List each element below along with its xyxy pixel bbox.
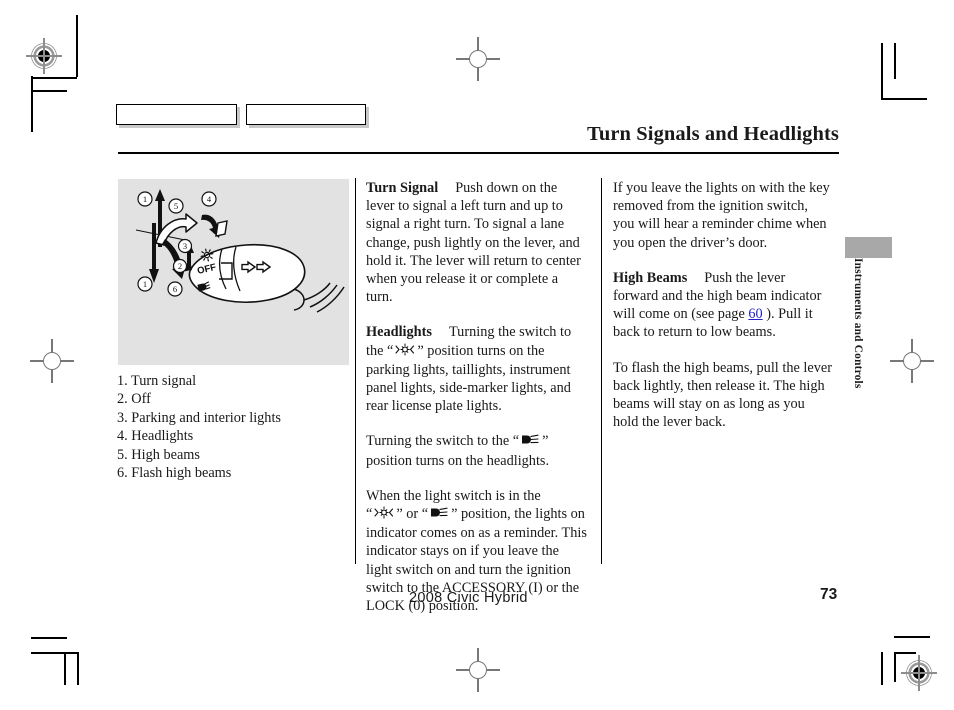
high-beams-heading: High Beams [613, 269, 688, 286]
svg-text:5: 5 [174, 201, 178, 211]
headlight-symbol-icon-2 [429, 506, 450, 524]
turn-signal-paragraph: Turn Signal Push down on the lever to sig… [366, 179, 588, 306]
flash-high-beams-paragraph: To flash the high beams, pull the lever … [613, 359, 832, 431]
registration-cross-right [890, 339, 934, 383]
registration-cross-left [30, 339, 74, 383]
page-title: Turn Signals and Headlights [586, 123, 839, 145]
indicator-body-c: ” or “ [396, 506, 429, 523]
registration-bullseye-top-left [26, 38, 62, 74]
headlamp-position-paragraph: Turning the switch to the “” position tu… [366, 432, 588, 469]
illustration-caption-list: 1. Turn signal 2. Off 3. Parking and int… [117, 372, 357, 482]
parking-light-symbol-icon [394, 343, 416, 361]
headlights-paragraph: Headlights Turning the switch to the “” p… [366, 323, 588, 415]
registration-cross-top [456, 37, 500, 81]
caption-item-1: 1. Turn signal [117, 373, 197, 389]
registration-cross-bottom [456, 648, 500, 692]
headlamp-body-a: Turning the switch to the “ [366, 433, 520, 450]
column-rule-left [355, 178, 357, 564]
caption-item-3: 3. Parking and interior lights [117, 409, 281, 426]
caption-item-2: 2. Off [117, 391, 151, 408]
caption-item-4: 4. Headlights [117, 428, 194, 445]
indicator-body-a: When the light switch is in the [366, 487, 541, 504]
right-text-column: If you leave the lights on with the key … [613, 179, 832, 448]
column-rule-right [601, 178, 603, 564]
svg-text:6: 6 [173, 284, 177, 294]
reminder-chime-paragraph: If you leave the lights on with the key … [613, 180, 830, 251]
svg-text:1: 1 [143, 279, 147, 289]
title-divider-rule [118, 152, 839, 154]
caption-item-6: 6. Flash high beams [117, 465, 232, 482]
turn-signal-body: Push down on the lever to signal a left … [366, 180, 581, 306]
footer-page-number: 73 [820, 586, 838, 603]
headlight-symbol-icon [520, 433, 541, 451]
svg-text:1: 1 [143, 194, 147, 204]
section-tab-marker [845, 237, 892, 258]
high-beams-paragraph: High Beams Push the lever forward and the… [613, 269, 832, 342]
header-box-left [116, 104, 237, 125]
page-reference-link-60[interactable]: 60 [748, 306, 762, 322]
svg-text:2: 2 [178, 261, 182, 271]
footer-model-name: 2008 Civic Hybrid [409, 590, 528, 606]
middle-text-column: Turn Signal Push down on the lever to sig… [366, 179, 588, 632]
lever-illustration: OFF 1 1 5 4 3 2 6 [118, 179, 349, 365]
svg-text:3: 3 [183, 241, 187, 251]
caption-item-5: 5. High beams [117, 446, 200, 463]
parking-light-symbol-icon-2 [373, 506, 395, 524]
indicator-body-b: “ [366, 506, 373, 523]
header-box-right [246, 104, 366, 125]
registration-bullseye-bottom-right [901, 655, 937, 691]
turn-signal-heading: Turn Signal [366, 180, 439, 196]
section-tab-label: Instruments and Controls [852, 258, 864, 389]
headlights-heading: Headlights [366, 324, 432, 341]
